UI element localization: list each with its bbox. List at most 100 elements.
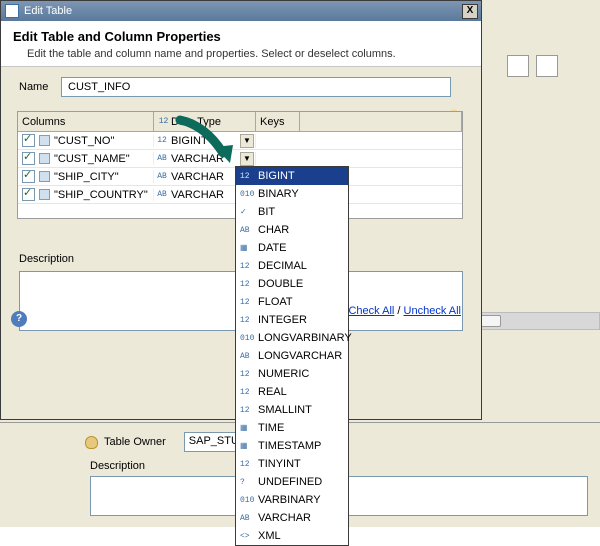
datatype-option[interactable]: AB VARCHAR — [236, 509, 348, 527]
col-header-columns[interactable]: Columns — [18, 112, 154, 132]
bg-icon-button-1[interactable] — [507, 55, 529, 77]
table-name-input[interactable] — [61, 77, 451, 97]
option-label: DECIMAL — [258, 260, 307, 272]
col-header-extra — [300, 112, 462, 132]
app-icon — [5, 4, 19, 18]
option-label: NUMERIC — [258, 368, 309, 380]
row-checkbox[interactable] — [22, 170, 35, 183]
chevron-down-icon[interactable]: ▼ — [240, 134, 254, 148]
dialog-header: Edit Table and Column Properties Edit th… — [1, 21, 481, 67]
column-name: "SHIP_COUNTRY" — [54, 189, 148, 201]
type-icon: 12 — [240, 316, 254, 325]
type-icon: 12 — [240, 280, 254, 289]
row-checkbox[interactable] — [22, 188, 35, 201]
name-label: Name — [19, 81, 55, 93]
type-icon: 12 — [240, 460, 254, 469]
datatype-option[interactable]: 12BIGINT — [236, 167, 348, 185]
type-icon: 010 — [240, 334, 254, 343]
datatype-dropdown[interactable]: 12BIGINT010BINARY✓BITABCHAR▦DATE12DECIMA… — [235, 166, 349, 546]
type-icon: AB — [156, 154, 168, 163]
type-icon: AB — [240, 226, 254, 235]
datatype-option[interactable]: 12 DECIMAL — [236, 257, 348, 275]
datatype-option[interactable]: 12 SMALLINT — [236, 401, 348, 419]
column-icon — [39, 153, 50, 164]
datatype-option[interactable]: ABLONGVARCHAR — [236, 347, 348, 365]
dialog-subheading: Edit the table and column name and prope… — [27, 48, 469, 60]
option-label: BIT — [258, 206, 275, 218]
option-label: CHAR — [258, 224, 289, 236]
bg-icon-button-2[interactable] — [536, 55, 558, 77]
type-icon: ▦ — [240, 423, 254, 433]
column-name: "SHIP_CITY" — [54, 171, 119, 183]
type-icon: 12 — [240, 262, 254, 271]
datatype-option[interactable]: 12 NUMERIC — [236, 365, 348, 383]
option-label: TIME — [258, 422, 284, 434]
datatype-option[interactable]: AB CHAR — [236, 221, 348, 239]
option-label: REAL — [258, 386, 287, 398]
option-label: BINARY — [258, 188, 299, 200]
type-icon: 12 — [240, 370, 254, 379]
type-icon: AB — [240, 514, 254, 523]
datatype-option[interactable]: 010 VARBINARY — [236, 491, 348, 509]
type-icon: 12 — [240, 388, 254, 397]
option-label: DOUBLE — [258, 278, 303, 290]
uncheck-all-link[interactable]: Uncheck All — [404, 305, 461, 317]
datatype-option[interactable]: ▦ TIME — [236, 419, 348, 437]
owner-icon — [85, 436, 98, 449]
type-icon: AB — [156, 172, 168, 181]
check-all-link[interactable]: Check All — [348, 305, 394, 317]
option-label: LONGVARBINARY — [258, 332, 352, 344]
option-label: DATE — [258, 242, 287, 254]
datatype-option[interactable]: 12 DOUBLE — [236, 275, 348, 293]
check-links: Check All / Uncheck All — [348, 305, 461, 317]
datatype-option[interactable]: ▦DATE — [236, 239, 348, 257]
datatype-value: VARCHAR — [171, 171, 237, 183]
row-checkbox[interactable] — [22, 152, 35, 165]
datatype-option[interactable]: 12 TINYINT — [236, 455, 348, 473]
type-icon: 010 — [240, 496, 254, 505]
datatype-option[interactable]: ✓ BIT — [236, 203, 348, 221]
option-label: XML — [258, 530, 281, 542]
type-icon: 12 — [240, 172, 254, 181]
col-header-datatype[interactable]: 12Data Type — [154, 112, 256, 132]
datatype-option[interactable]: 12 INTEGER — [236, 311, 348, 329]
datatype-option[interactable]: <> XML — [236, 527, 348, 545]
datatype-value: VARCHAR — [171, 153, 237, 165]
option-label: VARBINARY — [258, 494, 321, 506]
close-icon[interactable]: X — [462, 4, 478, 19]
type-icon: 12 — [240, 298, 254, 307]
column-name: "CUST_NAME" — [54, 153, 130, 165]
datatype-option[interactable]: 12 REAL — [236, 383, 348, 401]
type-icon: <> — [240, 532, 254, 541]
option-label: LONGVARCHAR — [258, 350, 342, 362]
column-icon — [39, 135, 50, 146]
option-label: INTEGER — [258, 314, 307, 326]
col-header-keys[interactable]: Keys — [256, 112, 300, 132]
numeric-icon: 12 — [158, 117, 169, 126]
column-name: "CUST_NO" — [54, 135, 114, 147]
option-label: TINYINT — [258, 458, 301, 470]
column-icon — [39, 189, 50, 200]
datatype-option[interactable]: 010LONGVARBINARY — [236, 329, 348, 347]
table-row[interactable]: "CUST_NO"12BIGINT▼ — [18, 132, 462, 150]
option-label: VARCHAR — [258, 512, 311, 524]
datatype-value: BIGINT — [171, 135, 237, 147]
datatype-option[interactable]: 12 FLOAT — [236, 293, 348, 311]
datatype-option[interactable]: ▦TIMESTAMP — [236, 437, 348, 455]
column-icon — [39, 171, 50, 182]
type-icon: AB — [156, 190, 168, 199]
option-label: FLOAT — [258, 296, 293, 308]
help-icon[interactable]: ? — [11, 311, 27, 327]
option-label: UNDEFINED — [258, 476, 322, 488]
option-label: SMALLINT — [258, 404, 312, 416]
datatype-option[interactable]: 010BINARY — [236, 185, 348, 203]
row-checkbox[interactable] — [22, 134, 35, 147]
type-icon: 12 — [240, 406, 254, 415]
datatype-option[interactable]: ? UNDEFINED — [236, 473, 348, 491]
title-text: Edit Table — [24, 5, 72, 17]
type-icon: ? — [240, 478, 254, 487]
chevron-down-icon[interactable]: ▼ — [240, 152, 254, 166]
option-label: TIMESTAMP — [258, 440, 321, 452]
type-icon: ✓ — [240, 207, 254, 217]
titlebar[interactable]: Edit Table X — [1, 1, 481, 21]
